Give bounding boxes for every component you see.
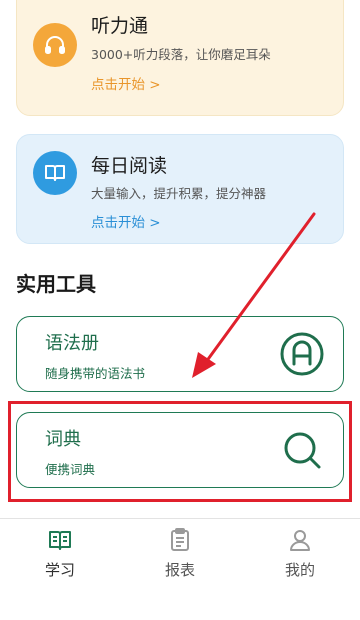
listening-card[interactable]: 听力通 3000+听力段落，让你磨足耳朵 点击开始 >	[16, 0, 344, 116]
section-title: 实用工具	[16, 272, 96, 296]
card-subtitle: 3000+听力段落，让你磨足耳朵	[91, 47, 271, 62]
start-link[interactable]: 点击开始 >	[91, 73, 161, 93]
tool-title: 词典	[45, 429, 81, 450]
book-icon	[33, 151, 77, 195]
tool-subtitle: 便携词典	[45, 462, 96, 477]
book-open-icon	[47, 527, 73, 553]
dictionary-button[interactable]: 词典 便携词典	[16, 412, 344, 488]
start-link[interactable]: 点击开始 >	[91, 211, 161, 231]
nav-label: 学习	[44, 561, 75, 579]
card-title: 每日阅读	[91, 155, 168, 177]
bottom-nav: 学习 报表 我的	[0, 518, 360, 620]
grammar-book-button[interactable]: 语法册 随身携带的语法书	[16, 316, 344, 392]
daily-reading-card[interactable]: 每日阅读 大量输入，提升积累，提分神器 点击开始 >	[16, 134, 344, 244]
tab-learn[interactable]: 学习	[20, 527, 100, 587]
tool-subtitle: 随身携带的语法书	[45, 366, 146, 381]
headphones-icon	[33, 23, 77, 67]
grammar-a-icon	[279, 331, 325, 377]
nav-label: 报表	[164, 561, 195, 579]
nav-label: 我的	[284, 561, 315, 579]
card-subtitle: 大量输入，提升积累，提分神器	[91, 186, 267, 201]
clipboard-icon	[167, 527, 193, 553]
app-screen: 听力通 3000+听力段落，让你磨足耳朵 点击开始 > 每日阅读 大量输入，提升…	[0, 0, 360, 620]
tool-title: 语法册	[45, 333, 99, 354]
user-icon	[287, 527, 313, 553]
search-icon	[279, 427, 325, 473]
card-title: 听力通	[91, 15, 149, 37]
tab-mine[interactable]: 我的	[260, 527, 340, 587]
tab-report[interactable]: 报表	[140, 527, 220, 587]
